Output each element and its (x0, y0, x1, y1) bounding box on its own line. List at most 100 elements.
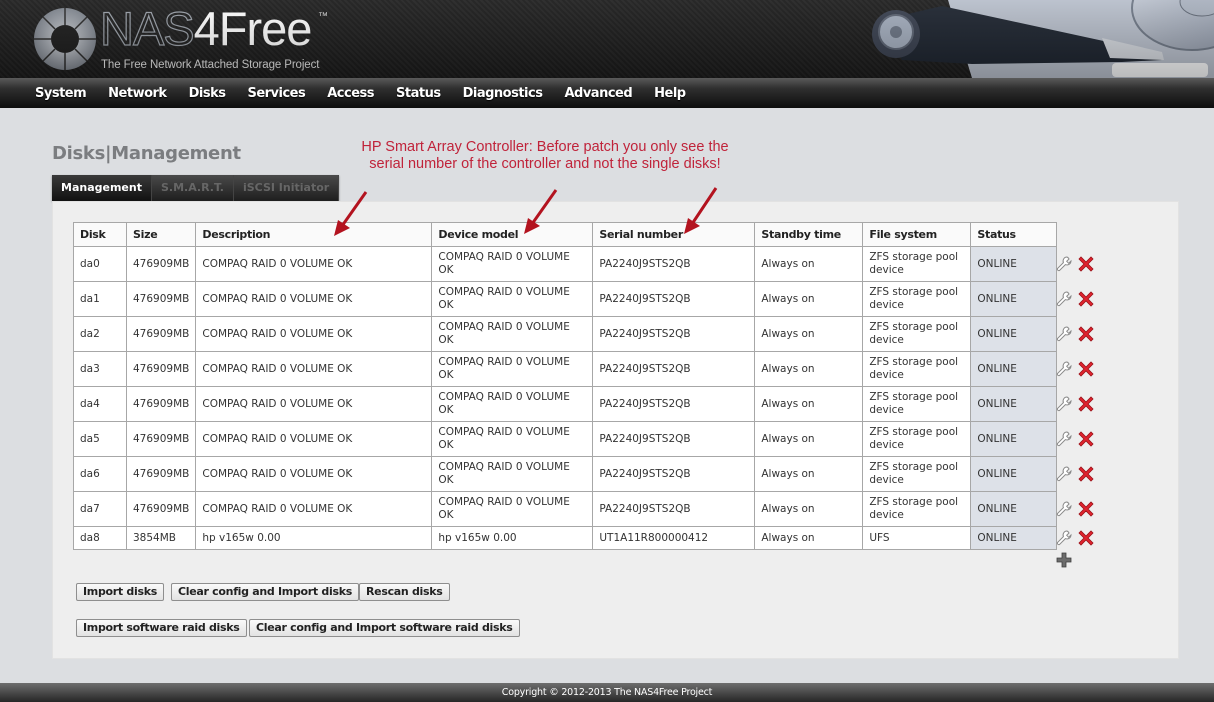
edit-wrench-icon[interactable] (1055, 500, 1073, 518)
delete-x-icon[interactable] (1076, 528, 1096, 548)
import-disks-button[interactable]: Import disks (76, 583, 164, 601)
delete-x-icon[interactable] (1076, 324, 1096, 344)
clear-config-import-disks-button[interactable]: Clear config and Import disks (171, 583, 359, 601)
page-title: Disks|Management (52, 143, 241, 164)
cell-size: 476909MB (125, 456, 197, 492)
tab-management[interactable]: Management (52, 175, 152, 201)
table-row: da2 476909MB COMPAQ RAID 0 VOLUME OK COMPAQ… (73, 316, 1058, 352)
cell-file-system: ZFS storage pool device (862, 386, 972, 422)
hard-drive-graphic (872, 0, 1214, 78)
cell-serial-number: PA2240J9STS2QB (592, 316, 756, 352)
delete-x-icon[interactable] (1076, 464, 1096, 484)
row-actions (1055, 499, 1099, 519)
cell-device-model: COMPAQ RAID 0 VOLUME OK (431, 281, 594, 317)
cell-file-system: ZFS storage pool device (862, 316, 972, 352)
nav-advanced[interactable]: Advanced (564, 86, 632, 101)
clear-config-import-software-raid-button[interactable]: Clear config and Import software raid di… (249, 619, 520, 637)
annotation-note: HP Smart Array Controller: Before patch … (340, 139, 750, 173)
cell-disk: da6 (73, 456, 127, 492)
col-status: Status (970, 222, 1058, 247)
import-software-raid-button[interactable]: Import software raid disks (76, 619, 247, 637)
delete-x-icon[interactable] (1076, 359, 1096, 379)
nav-disks[interactable]: Disks (189, 86, 226, 101)
cell-status: ONLINE (970, 281, 1058, 317)
cell-file-system: ZFS storage pool device (862, 456, 972, 492)
nav-help[interactable]: Help (654, 86, 686, 101)
trademark: ™ (318, 11, 328, 22)
cell-file-system: ZFS storage pool device (862, 351, 972, 387)
cell-disk: da8 (73, 526, 127, 550)
cell-description: COMPAQ RAID 0 VOLUME OK (195, 456, 433, 492)
cell-size: 476909MB (125, 491, 197, 527)
nav-status[interactable]: Status (396, 86, 441, 101)
tab-bar: Management S.M.A.R.T. iSCSI Initiator (52, 175, 340, 201)
cell-status: ONLINE (970, 351, 1058, 387)
nav-diagnostics[interactable]: Diagnostics (463, 86, 543, 101)
col-serial-number: Serial number (592, 222, 756, 247)
delete-x-icon[interactable] (1076, 289, 1096, 309)
cell-status: ONLINE (970, 491, 1058, 527)
tab-iscsi-initiator[interactable]: iSCSI Initiator (233, 175, 340, 201)
col-disk: Disk (73, 222, 127, 247)
table-row: da3 476909MB COMPAQ RAID 0 VOLUME OK COMPAQ… (73, 351, 1058, 387)
cell-description: COMPAQ RAID 0 VOLUME OK (195, 281, 433, 317)
cell-file-system: ZFS storage pool device (862, 421, 972, 457)
row-actions (1055, 528, 1099, 548)
nav-services[interactable]: Services (247, 86, 305, 101)
cell-standby-time: Always on (754, 316, 864, 352)
main-nav: System Network Disks Services Access Sta… (0, 78, 1214, 108)
nav-system[interactable]: System (35, 86, 87, 101)
row-actions (1055, 464, 1099, 484)
cell-standby-time: Always on (754, 281, 864, 317)
row-actions (1055, 254, 1099, 274)
cell-serial-number: UT1A11R800000412 (592, 526, 756, 550)
cell-status: ONLINE (970, 316, 1058, 352)
edit-wrench-icon[interactable] (1055, 529, 1073, 547)
cell-status: ONLINE (970, 526, 1058, 550)
cell-description: hp v165w 0.00 (195, 526, 433, 550)
cell-disk: da1 (73, 281, 127, 317)
annotation-line-1: HP Smart Array Controller: Before patch … (361, 139, 729, 155)
add-disk-icon[interactable] (1055, 551, 1073, 569)
header-banner: NAS4Free ™ The Free Network Attached Sto… (0, 0, 1214, 78)
cell-size: 476909MB (125, 351, 197, 387)
annotation-arrow-description (334, 191, 368, 236)
rescan-disks-button[interactable]: Rescan disks (359, 583, 450, 601)
cell-size: 476909MB (125, 281, 197, 317)
edit-wrench-icon[interactable] (1055, 290, 1073, 308)
delete-x-icon[interactable] (1076, 499, 1096, 519)
table-row: da7 476909MB COMPAQ RAID 0 VOLUME OK COMPAQ… (73, 491, 1058, 527)
logo-tagline: The Free Network Attached Storage Projec… (101, 59, 320, 71)
cell-serial-number: PA2240J9STS2QB (592, 456, 756, 492)
cell-serial-number: PA2240J9STS2QB (592, 281, 756, 317)
row-actions (1055, 289, 1099, 309)
edit-wrench-icon[interactable] (1055, 360, 1073, 378)
delete-x-icon[interactable] (1076, 254, 1096, 274)
delete-x-icon[interactable] (1076, 429, 1096, 449)
table-row: da6 476909MB COMPAQ RAID 0 VOLUME OK COMPAQ… (73, 456, 1058, 492)
delete-x-icon[interactable] (1076, 394, 1096, 414)
nav-access[interactable]: Access (327, 86, 374, 101)
edit-wrench-icon[interactable] (1055, 465, 1073, 483)
cell-device-model: COMPAQ RAID 0 VOLUME OK (431, 386, 594, 422)
edit-wrench-icon[interactable] (1055, 395, 1073, 413)
col-device-model: Device model (431, 222, 594, 247)
copyright-text: Copyright © 2012-2013 The NAS4Free Proje… (501, 687, 713, 698)
cell-device-model: COMPAQ RAID 0 VOLUME OK (431, 246, 594, 282)
edit-wrench-icon[interactable] (1055, 430, 1073, 448)
cell-description: COMPAQ RAID 0 VOLUME OK (195, 491, 433, 527)
row-actions (1055, 359, 1099, 379)
annotation-arrow-serial-number (684, 187, 718, 234)
cell-description: COMPAQ RAID 0 VOLUME OK (195, 316, 433, 352)
table-row: da4 476909MB COMPAQ RAID 0 VOLUME OK COMPAQ… (73, 386, 1058, 422)
row-actions (1055, 429, 1099, 449)
nav-network[interactable]: Network (108, 86, 167, 101)
edit-wrench-icon[interactable] (1055, 255, 1073, 273)
cell-status: ONLINE (970, 246, 1058, 282)
cell-serial-number: PA2240J9STS2QB (592, 386, 756, 422)
logo-4free-text: 4Free (193, 2, 313, 55)
tab-smart[interactable]: S.M.A.R.T. (151, 175, 234, 201)
edit-wrench-icon[interactable] (1055, 325, 1073, 343)
cell-serial-number: PA2240J9STS2QB (592, 246, 756, 282)
row-actions (1055, 394, 1099, 414)
